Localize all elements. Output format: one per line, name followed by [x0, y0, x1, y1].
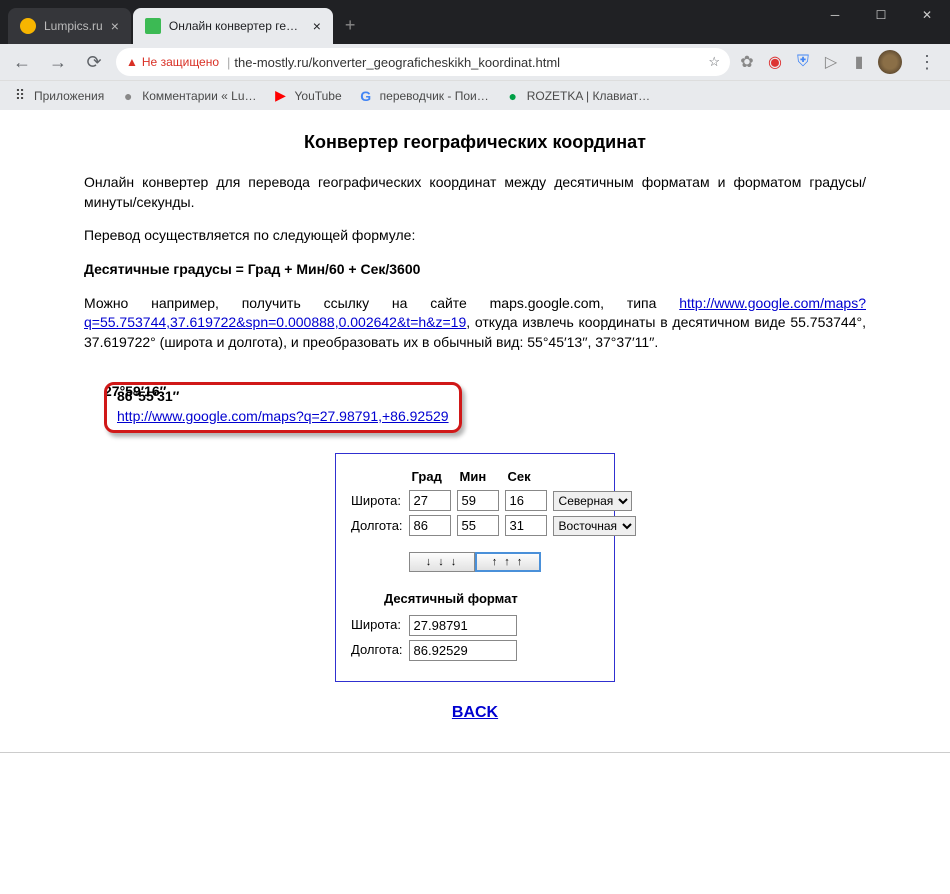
- tab-title: Онлайн конвертер географичес: [169, 19, 305, 33]
- decimal-header: Десятичный формат: [384, 590, 602, 608]
- lon-dir-select[interactable]: Восточная: [553, 516, 636, 536]
- bookmark-item[interactable]: G переводчик - Пои…: [358, 88, 489, 104]
- url-text: the-mostly.ru/konverter_geograficheskikh…: [234, 55, 560, 70]
- bookmark-label: YouTube: [295, 89, 342, 103]
- back-button[interactable]: ←: [8, 48, 36, 76]
- extension-icon[interactable]: ▮: [850, 53, 868, 71]
- lon-min-input[interactable]: [457, 515, 499, 536]
- apps-label: Приложения: [34, 89, 104, 103]
- col-grad: Град: [406, 466, 454, 488]
- dms-table: Град Мин Сек Широта: Северная Долгота:: [348, 466, 639, 538]
- close-window-button[interactable]: ✕: [904, 0, 950, 30]
- converter-panel: Град Мин Сек Широта: Северная Долгота:: [335, 453, 615, 681]
- youtube-icon: ▶: [273, 88, 289, 104]
- forward-button[interactable]: →: [44, 48, 72, 76]
- bookmark-label: переводчик - Пои…: [380, 89, 489, 103]
- bookmark-label: Комментарии « Lu…: [142, 89, 256, 103]
- minimize-button[interactable]: ─: [812, 0, 858, 30]
- new-tab-button[interactable]: +: [335, 15, 366, 36]
- lon-sec-input[interactable]: [505, 515, 547, 536]
- convert-down-button[interactable]: ↓ ↓ ↓: [409, 552, 475, 572]
- formula-text: Десятичные градусы = Град + Мин/60 + Сек…: [84, 260, 866, 280]
- bookmark-item[interactable]: ● Комментарии « Lu…: [120, 88, 256, 104]
- tab-active[interactable]: Онлайн конвертер географичес ×: [133, 8, 333, 44]
- extension-icon[interactable]: ✿: [738, 53, 756, 71]
- apps-button[interactable]: ⠿ Приложения: [12, 88, 104, 104]
- bookmark-item[interactable]: ▶ YouTube: [273, 88, 342, 104]
- reload-button[interactable]: ⟳: [80, 48, 108, 76]
- browser-titlebar: Lumpics.ru × Онлайн конвертер географиче…: [0, 0, 950, 44]
- bookmark-icon: ●: [120, 88, 136, 104]
- result-block: 27°59′16′′ 86°55′31′′ http://www.google.…: [104, 382, 866, 433]
- dec-lat-label: Широта:: [348, 613, 406, 638]
- bookmark-label: ROZETKA | Клавиат…: [527, 89, 650, 103]
- bookmark-star-icon[interactable]: ☆: [708, 54, 720, 70]
- address-bar[interactable]: ▲ Не защищено | the-mostly.ru/konverter_…: [116, 48, 730, 76]
- lon-label: Долгота:: [348, 513, 406, 538]
- extension-icon[interactable]: ◉: [766, 53, 784, 71]
- tab-title: Lumpics.ru: [44, 19, 103, 33]
- col-min: Мин: [454, 466, 502, 488]
- window-controls: ─ ☐ ✕: [812, 0, 950, 30]
- close-icon[interactable]: ×: [111, 18, 119, 34]
- menu-button[interactable]: ⋮: [912, 52, 942, 73]
- bookmark-item[interactable]: ● ROZETKA | Клавиат…: [505, 88, 650, 104]
- intro-text: Онлайн конвертер для перевода географиче…: [84, 173, 866, 212]
- highlighted-result: 86°55′31′′ http://www.google.com/maps?q=…: [104, 382, 462, 433]
- lat-sec-input[interactable]: [505, 490, 547, 511]
- back-link[interactable]: BACK: [452, 704, 498, 721]
- security-text: Не защищено: [142, 55, 219, 69]
- page-title: Конвертер географических координат: [84, 130, 866, 155]
- example-pre: Можно например, получить ссылку на сайте…: [84, 295, 679, 311]
- lat-label: Широта:: [348, 488, 406, 513]
- col-sec: Сек: [502, 466, 550, 488]
- profile-avatar[interactable]: [878, 50, 902, 74]
- favicon-icon: [20, 18, 36, 34]
- back-link-row: BACK: [84, 702, 866, 724]
- lat-deg-input[interactable]: [409, 490, 451, 511]
- decimal-table: Широта: Долгота:: [348, 613, 520, 663]
- extension-icons: ✿ ◉ ⛨ ▷ ▮ ⋮: [738, 50, 942, 74]
- shield-icon[interactable]: ⛨: [794, 53, 812, 71]
- dec-lat-input[interactable]: [409, 615, 517, 636]
- maximize-button[interactable]: ☐: [858, 0, 904, 30]
- lon-deg-input[interactable]: [409, 515, 451, 536]
- google-icon: G: [358, 88, 374, 104]
- browser-toolbar: ← → ⟳ ▲ Не защищено | the-mostly.ru/konv…: [0, 44, 950, 80]
- dec-lon-label: Долгота:: [348, 638, 406, 663]
- rozetka-icon: ●: [505, 88, 521, 104]
- example-paragraph: Можно например, получить ссылку на сайте…: [84, 294, 866, 353]
- formula-intro: Перевод осуществляется по следующей форм…: [84, 226, 866, 246]
- dec-lon-input[interactable]: [409, 640, 517, 661]
- convert-up-button[interactable]: ↑ ↑ ↑: [475, 552, 541, 572]
- result-lon: 86°55′31′′: [117, 387, 449, 407]
- security-warning: ▲ Не защищено: [126, 55, 219, 69]
- warning-icon: ▲: [126, 55, 138, 69]
- divider: [0, 752, 950, 753]
- play-icon[interactable]: ▷: [822, 53, 840, 71]
- favicon-icon: [145, 18, 161, 34]
- apps-icon: ⠿: [12, 88, 28, 104]
- page-content: Конвертер географических координат Онлай…: [0, 110, 950, 753]
- maps-result-link[interactable]: http://www.google.com/maps?q=27.98791,+8…: [117, 408, 449, 424]
- tab-inactive[interactable]: Lumpics.ru ×: [8, 8, 131, 44]
- lat-dir-select[interactable]: Северная: [553, 491, 632, 511]
- bookmarks-bar: ⠿ Приложения ● Комментарии « Lu… ▶ YouTu…: [0, 80, 950, 110]
- close-icon[interactable]: ×: [313, 18, 321, 34]
- lat-min-input[interactable]: [457, 490, 499, 511]
